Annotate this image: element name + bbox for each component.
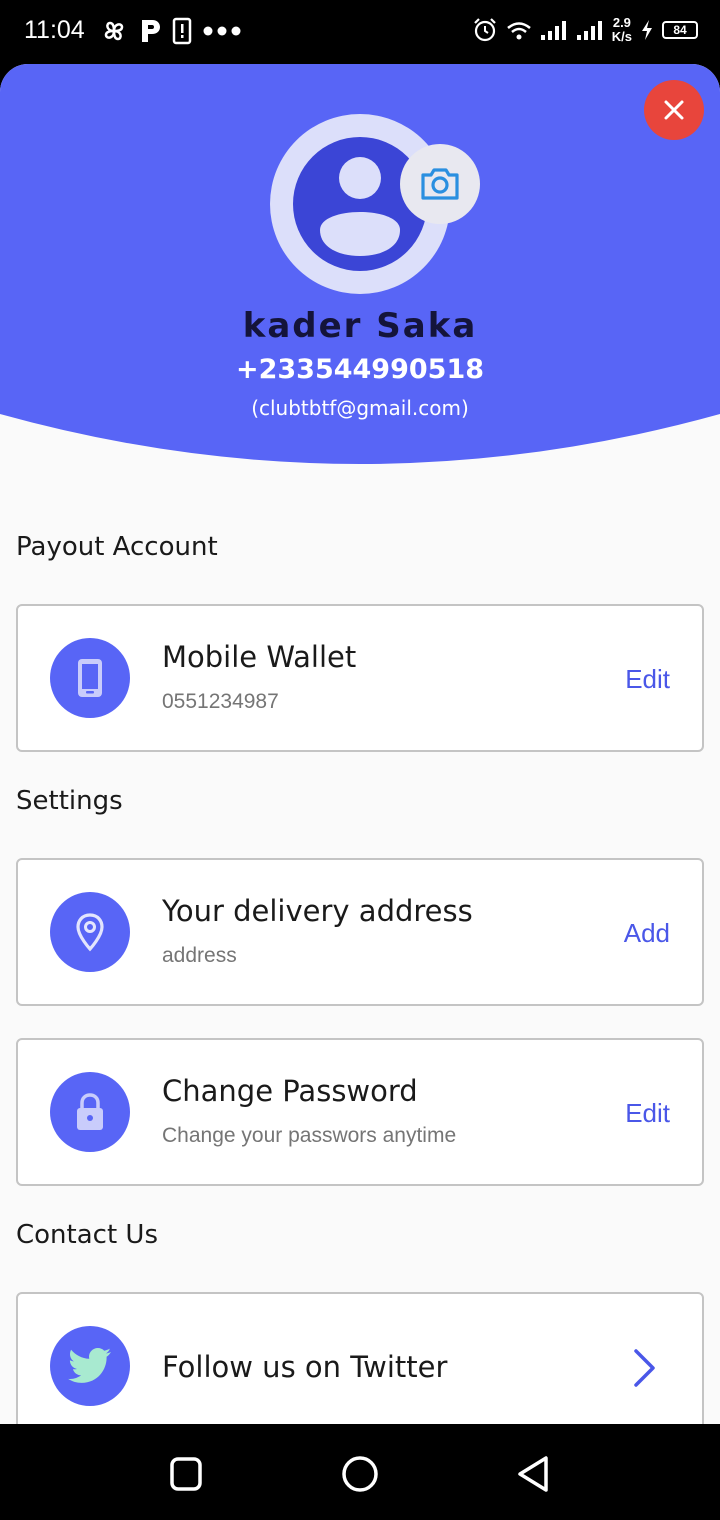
edit-wallet-button[interactable]: Edit (625, 664, 670, 695)
status-time: 11:04 (24, 16, 85, 44)
change-password-card: Change Password Change your passwors any… (16, 1038, 704, 1186)
mobile-wallet-card: Mobile Wallet 0551234987 Edit (16, 604, 704, 752)
phone-icon (78, 659, 102, 697)
delivery-address-title: Your delivery address (162, 894, 473, 928)
speed-value: 2.9 (612, 15, 631, 30)
contact-section-title: Contact Us (16, 1220, 158, 1250)
p-app-icon (142, 20, 160, 42)
wifi-icon (506, 22, 531, 40)
user-phone: +233544990518 (235, 354, 485, 385)
profile-screen: kader Saka +233544990518 (clubtbtf@gmail… (0, 64, 720, 1424)
recents-button[interactable] (166, 1454, 206, 1494)
back-button[interactable] (514, 1454, 554, 1494)
mobile-wallet-title: Mobile Wallet (162, 640, 357, 674)
status-right-icons: 2.9 K/s 84 (472, 16, 698, 44)
more-dots-icon (203, 26, 241, 36)
lock-icon (77, 1093, 103, 1130)
signal-icon-2 (576, 21, 602, 40)
user-email: (clubtbtf@gmail.com) (251, 396, 469, 420)
battery-indicator: 84 (662, 21, 698, 39)
location-pin-icon (76, 913, 104, 952)
location-icon-circle (50, 892, 130, 972)
delivery-address-card: Your delivery address address Add (16, 858, 704, 1006)
pinwheel-icon (104, 21, 124, 41)
user-name: kader Saka (242, 306, 478, 346)
twitter-icon-circle (50, 1326, 130, 1406)
twitter-icon (68, 1348, 111, 1383)
signal-icon (540, 21, 566, 40)
payout-section-title: Payout Account (16, 532, 218, 562)
status-bar: 11:04 2.9 K/s 84 (0, 0, 720, 64)
alarm-icon (473, 18, 496, 42)
change-password-subtitle: Change your passwors anytime (162, 1124, 457, 1147)
edit-password-button[interactable]: Edit (625, 1098, 670, 1129)
charging-icon (642, 20, 652, 40)
settings-section-title: Settings (16, 786, 123, 816)
delivery-address-value: address (162, 944, 237, 967)
phone-icon-circle (50, 638, 130, 718)
mobile-wallet-number: 0551234987 (162, 690, 279, 713)
camera-icon (421, 168, 459, 200)
lock-icon-circle (50, 1072, 130, 1152)
network-speed: 2.9 K/s (612, 16, 632, 44)
change-photo-button[interactable] (400, 144, 480, 224)
twitter-title: Follow us on Twitter (162, 1350, 448, 1384)
change-password-title: Change Password (162, 1074, 418, 1108)
add-address-button[interactable]: Add (624, 918, 670, 949)
speed-unit: K/s (611, 29, 632, 44)
close-icon (664, 100, 684, 120)
home-button[interactable] (340, 1454, 380, 1494)
sim-alert-icon (172, 17, 192, 45)
twitter-card[interactable]: Follow us on Twitter (16, 1292, 704, 1424)
status-left-icons (100, 17, 242, 45)
chevron-right-icon (634, 1349, 655, 1387)
navigation-bar (0, 1424, 720, 1520)
close-button[interactable] (644, 80, 704, 140)
